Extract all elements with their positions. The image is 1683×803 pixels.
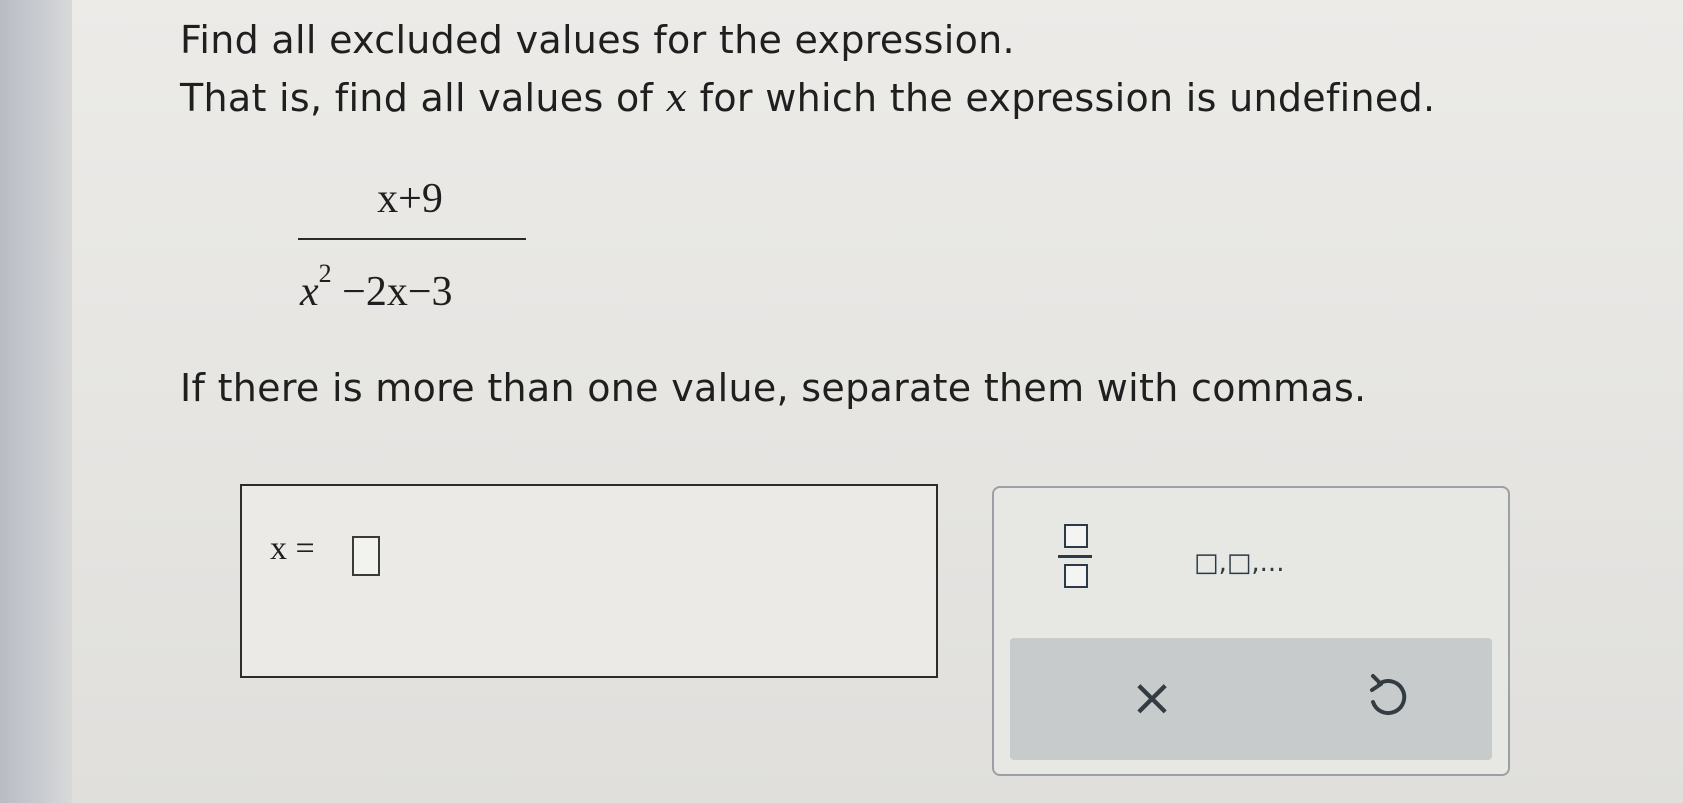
answer-label: x =: [270, 530, 315, 567]
answer-area[interactable]: x =: [240, 484, 938, 678]
screen-bezel: [0, 0, 72, 803]
denominator-exponent: 2: [318, 259, 332, 288]
undo-button[interactable]: [1362, 672, 1412, 722]
denominator-rest: −2x−3: [331, 269, 453, 315]
list-button[interactable]: □,□,...: [1194, 548, 1284, 578]
fraction-button[interactable]: [1054, 524, 1098, 594]
question-line-2-after: for which the expression is undefined.: [687, 76, 1436, 120]
expression-numerator: x+9: [377, 176, 443, 222]
clear-button[interactable]: ×: [1122, 668, 1182, 728]
fraction-denominator-placeholder-icon: [1064, 564, 1088, 588]
fraction-bar-icon: [1058, 555, 1092, 558]
question-variable: x: [665, 76, 688, 120]
undo-icon: [1370, 674, 1407, 716]
question-line-1: Find all excluded values for the express…: [180, 18, 1015, 62]
keypad-actions-bar: ×: [1010, 638, 1492, 760]
math-keypad: □,□,... ×: [992, 486, 1510, 776]
instruction-text: If there is more than one value, separat…: [180, 366, 1367, 410]
answer-input[interactable]: [352, 536, 380, 576]
expression-denominator: x2 −2x−3: [300, 259, 453, 316]
fraction-bar: [298, 238, 526, 240]
denominator-variable: x: [300, 269, 319, 315]
rational-expression: x+9 x2 −2x−3: [290, 175, 530, 325]
question-line-2-before: That is, find all values of: [180, 76, 666, 120]
question-line-2: That is, find all values of x for which …: [180, 76, 1435, 120]
fraction-numerator-placeholder-icon: [1064, 524, 1088, 548]
